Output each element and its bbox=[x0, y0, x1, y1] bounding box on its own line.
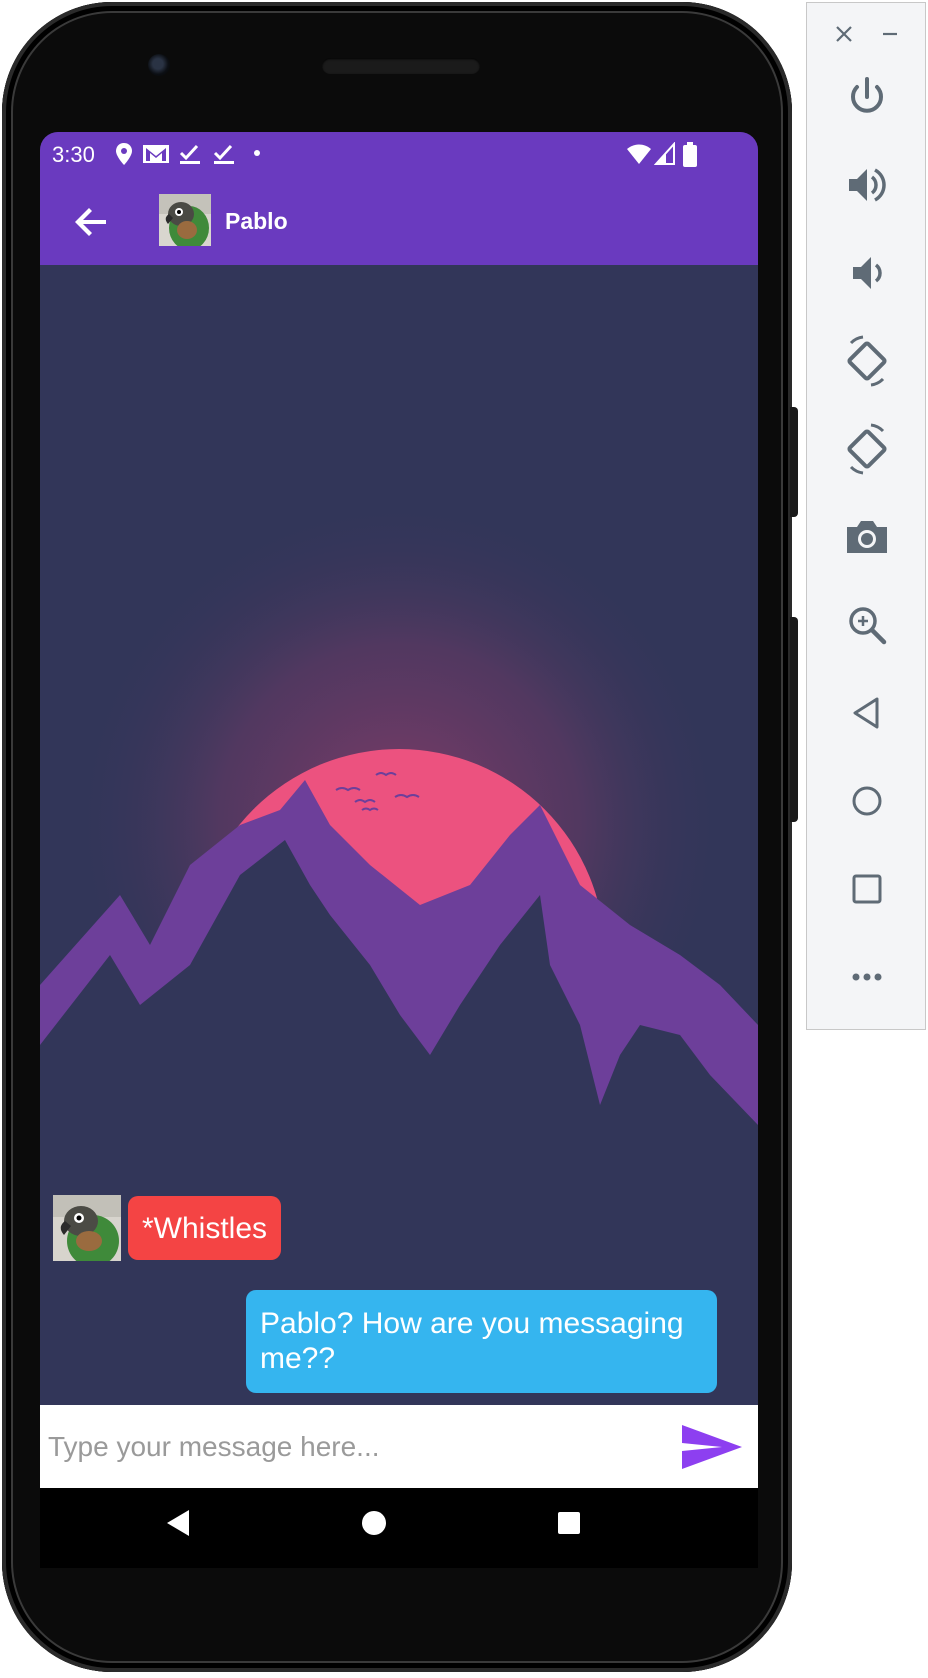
minimize-icon[interactable] bbox=[875, 19, 905, 49]
power-icon[interactable] bbox=[837, 67, 897, 127]
earpiece-speaker bbox=[322, 58, 480, 74]
contact-name[interactable]: Pablo bbox=[225, 208, 288, 235]
status-bar: 3:30 bbox=[40, 132, 758, 178]
more-icon[interactable] bbox=[837, 947, 897, 1007]
nav-home-icon[interactable] bbox=[360, 1508, 388, 1538]
gmail-icon bbox=[143, 145, 169, 163]
volume-side-button bbox=[790, 617, 798, 822]
parrot-avatar-image bbox=[53, 1195, 121, 1261]
close-icon[interactable] bbox=[829, 19, 859, 49]
incoming-message-bubble[interactable]: *Whistles bbox=[128, 1196, 282, 1260]
app-bar: Pablo bbox=[40, 178, 758, 265]
overview-icon[interactable] bbox=[837, 859, 897, 919]
message-input-bar bbox=[40, 1405, 758, 1488]
rotate-right-icon[interactable] bbox=[837, 419, 897, 479]
outgoing-message-bubble[interactable]: Pablo? How are you messaging me?? bbox=[246, 1290, 717, 1393]
rotate-left-icon[interactable] bbox=[837, 331, 897, 391]
send-icon[interactable] bbox=[680, 1421, 744, 1473]
nav-recents-icon[interactable] bbox=[555, 1508, 583, 1538]
camera-icon[interactable] bbox=[837, 507, 897, 567]
back-icon[interactable] bbox=[837, 683, 897, 743]
message-input[interactable] bbox=[46, 1421, 650, 1473]
zoom-icon[interactable] bbox=[837, 595, 897, 655]
parrot-avatar-image bbox=[159, 194, 211, 246]
navigation-bar bbox=[40, 1488, 758, 1568]
power-side-button bbox=[790, 407, 798, 517]
emulator-toolbar bbox=[806, 2, 926, 1030]
task-done-icon bbox=[179, 144, 200, 164]
phone-screen: 3:30 Pablo *Whistles Pablo? How are you … bbox=[40, 132, 758, 1568]
wifi-icon bbox=[627, 144, 651, 164]
status-time: 3:30 bbox=[52, 142, 95, 167]
nav-back-icon[interactable] bbox=[165, 1508, 191, 1538]
contact-avatar[interactable] bbox=[159, 194, 211, 246]
arrow-left-icon[interactable] bbox=[68, 198, 116, 246]
task-done-icon-2 bbox=[213, 144, 234, 164]
dot-icon bbox=[254, 150, 260, 156]
volume-down-icon[interactable] bbox=[837, 243, 897, 303]
signal-icon bbox=[654, 142, 675, 165]
home-icon[interactable] bbox=[837, 771, 897, 831]
phone-frame: 3:30 Pablo *Whistles Pablo? How are you … bbox=[2, 2, 798, 1672]
location-icon bbox=[116, 143, 132, 165]
incoming-avatar[interactable] bbox=[53, 1195, 121, 1261]
front-camera bbox=[148, 54, 170, 76]
volume-up-icon[interactable] bbox=[837, 155, 897, 215]
battery-icon bbox=[683, 142, 697, 167]
